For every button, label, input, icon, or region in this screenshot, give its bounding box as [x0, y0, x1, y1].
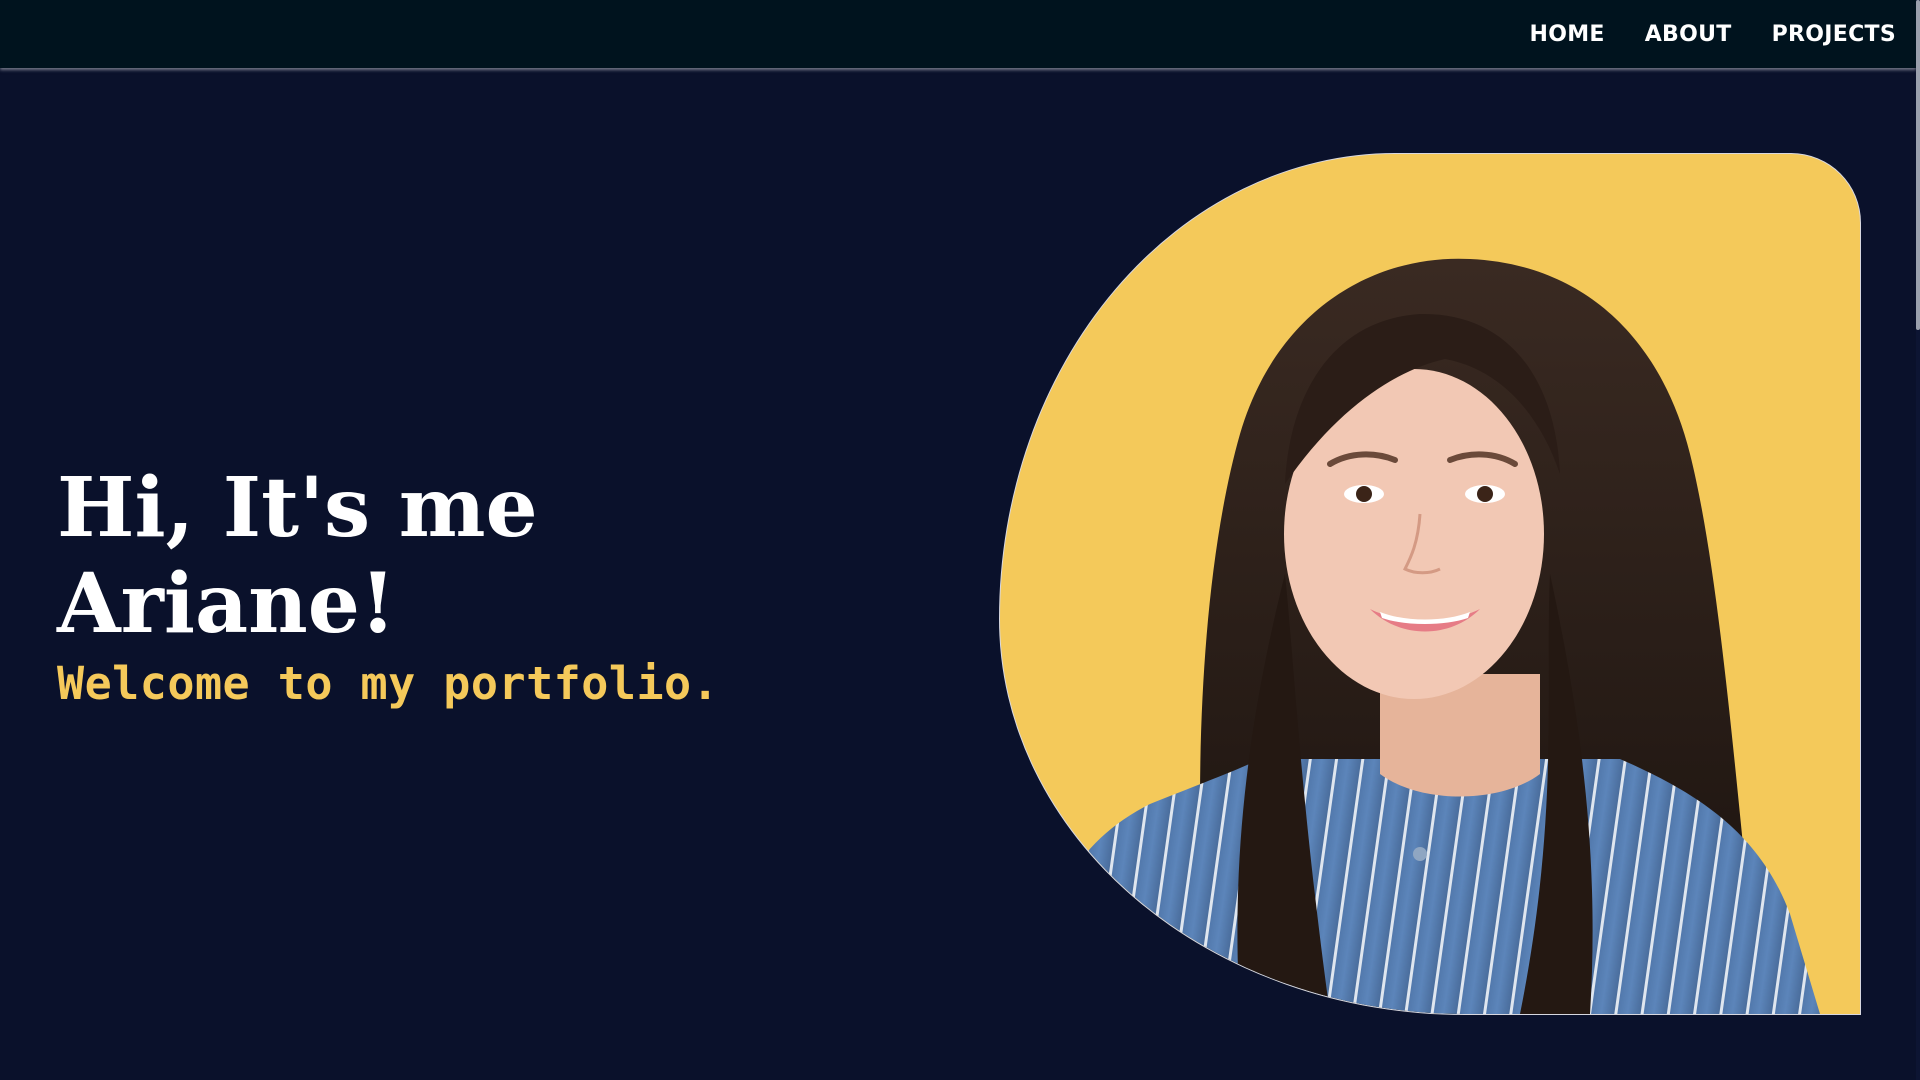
portrait-illustration [1030, 258, 1820, 1014]
nav-link-about[interactable]: ABOUT [1645, 22, 1732, 47]
scrollbar[interactable] [1916, 0, 1920, 1080]
scrollbar-thumb[interactable] [1916, 0, 1920, 330]
navbar: HOME ABOUT PROJECTS [0, 0, 1916, 68]
nav-link-home[interactable]: HOME [1529, 22, 1604, 47]
nav-link-projects[interactable]: PROJECTS [1772, 22, 1896, 47]
profile-photo [999, 153, 1861, 1015]
hero-subtitle: Welcome to my portfolio. [57, 657, 720, 710]
hero-section: Hi, It's me Ariane! Welcome to my portfo… [57, 460, 777, 712]
hero-heading: Hi, It's me Ariane! [57, 460, 538, 652]
nav-menu: HOME ABOUT PROJECTS [1529, 0, 1896, 68]
